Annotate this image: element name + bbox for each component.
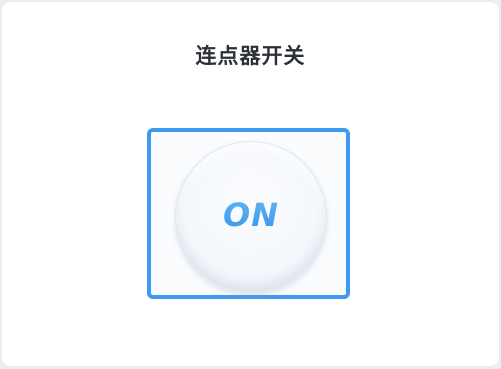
toggle-state-label: ON: [176, 196, 326, 234]
autoclicker-toggle-button[interactable]: ON: [175, 141, 327, 293]
page-title: 连点器开关: [195, 44, 306, 68]
